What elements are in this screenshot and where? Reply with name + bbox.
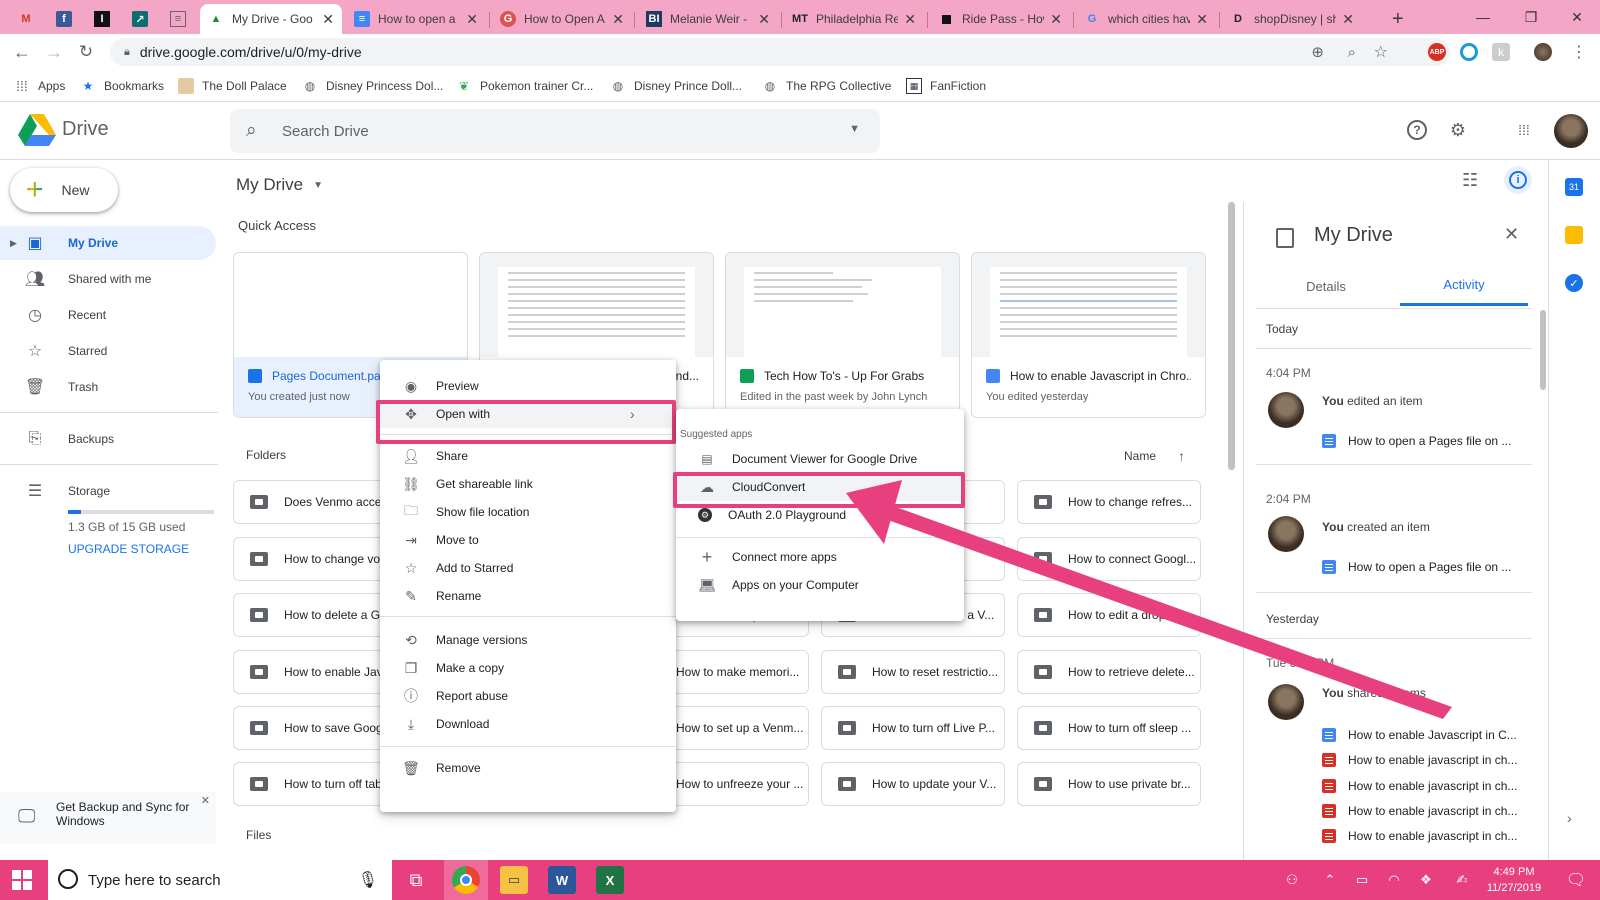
dropbox-icon[interactable]: ❖ (1416, 870, 1436, 890)
chrome-icon (452, 866, 480, 894)
people-icon[interactable]: ⚇ (1282, 870, 1302, 890)
taskbar-search[interactable]: Type here to search 🎙︎ (48, 860, 392, 900)
task-view-icon[interactable]: ⧉ (402, 866, 430, 894)
file-explorer-icon[interactable]: ▭ (500, 866, 528, 894)
microphone-icon[interactable]: 🎙︎ (358, 870, 378, 890)
wifi-icon[interactable]: ◠ (1384, 870, 1404, 890)
pen-icon[interactable]: ✍︎ (1452, 870, 1472, 890)
annotation-arrow (846, 480, 1452, 719)
cortana-icon (58, 869, 78, 889)
arrow-shaft (888, 506, 1452, 719)
battery-icon[interactable]: ▭ (1352, 870, 1372, 890)
word-icon[interactable]: W (548, 866, 576, 894)
notifications-icon[interactable]: 🗨︎ (1566, 870, 1586, 890)
clock[interactable]: 4:49 PM 11/27/2019 (1476, 864, 1552, 896)
windows-start-icon[interactable] (12, 870, 32, 890)
excel-icon[interactable]: X (596, 866, 624, 894)
chevron-up-icon[interactable]: ⌃ (1320, 870, 1340, 890)
windows-taskbar: Type here to search 🎙︎ ⧉ ▭ W X ⚇ ⌃ ▭ ◠ ❖… (0, 860, 1600, 900)
